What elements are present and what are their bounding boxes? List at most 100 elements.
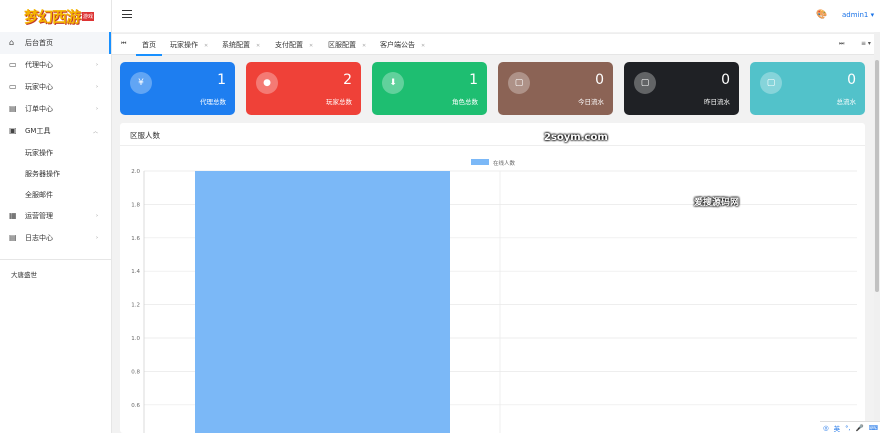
tab-close-icon[interactable]: ✕ — [309, 43, 313, 49]
tab-close-icon[interactable]: ✕ — [421, 43, 425, 49]
tab-close-icon[interactable]: ✕ — [256, 43, 260, 49]
sidebar-item-label: 日志中心 — [25, 234, 53, 242]
sidebar-item[interactable]: ▭ 代理中心 › — [0, 54, 111, 76]
gm-sub-item[interactable]: 玩家操作 — [0, 142, 111, 163]
topbar: 🎨 admin1 ▾ — [112, 0, 880, 32]
legend-swatch[interactable] — [471, 159, 489, 165]
yen-icon: ¥ — [130, 72, 152, 94]
tab-scroll-left-icon[interactable]: ⏮ — [121, 40, 126, 48]
stat-label: 昨日流水 — [704, 98, 730, 106]
watermark-site: 2soym.com — [544, 132, 608, 143]
stat-value: 0 — [847, 72, 856, 88]
sidebar-item[interactable]: ▭ 玩家中心 › — [0, 76, 111, 98]
tab[interactable]: 首页 — [136, 40, 162, 56]
chevron-icon: › — [96, 106, 98, 112]
stat-label: 代理总数 — [200, 98, 226, 106]
tab-label: 客户端公告 — [380, 41, 415, 49]
ime-lang[interactable]: 英 — [834, 423, 841, 433]
gm-sub-item[interactable]: 服务器操作 — [0, 163, 111, 184]
tab-label: 系统配置 — [222, 41, 250, 49]
scroll-thumb[interactable] — [875, 60, 879, 292]
server-name[interactable]: 大唐盛世 — [0, 269, 111, 279]
sidebar-item-label: 运营管理 — [25, 212, 53, 220]
sidebar-item[interactable]: ▤ 日志中心 › — [0, 227, 111, 249]
ime-keyboard-icon[interactable]: ⌨ — [869, 424, 878, 432]
sidebar-item-label: 订单中心 — [25, 105, 53, 113]
chevron-icon: › — [96, 235, 98, 241]
ime-logo-icon[interactable]: ◎ — [823, 424, 829, 432]
gm-sub-item[interactable]: 全服邮件 — [0, 184, 111, 205]
home-icon: ⌂ — [9, 38, 15, 47]
user-icon: ● — [256, 72, 278, 94]
user-dropdown[interactable]: admin1 ▾ — [842, 11, 874, 19]
stat-card[interactable]: ▢ 0 昨日流水 — [624, 62, 739, 115]
tab[interactable]: 客户端公告 ✕ — [380, 40, 425, 50]
sidebar-item-label: 代理中心 — [25, 61, 53, 69]
tab[interactable]: 区服配置 ✕ — [328, 40, 366, 50]
page-scrollbar[interactable] — [874, 32, 880, 433]
chevron-icon: › — [96, 84, 98, 90]
stat-card[interactable]: ⬇ 1 角色总数 — [372, 62, 487, 115]
y-tick-label: 2.0 — [131, 169, 140, 175]
download-icon: ⬇ — [382, 72, 404, 94]
stat-value: 2 — [343, 72, 352, 88]
palette-icon[interactable]: 🎨 — [816, 10, 827, 20]
tab-menu-icon[interactable]: ≡ ▾ — [861, 40, 871, 47]
tab-close-icon[interactable]: ✕ — [362, 43, 366, 49]
sidebar-item[interactable]: ▦ 运营管理 › — [0, 205, 111, 227]
menu-toggle-icon[interactable] — [122, 10, 132, 21]
y-tick-label: 0.6 — [131, 403, 140, 409]
stat-card[interactable]: ● 2 玩家总数 — [246, 62, 361, 115]
sidebar-item[interactable]: ▣ GM工具 ︿ — [0, 120, 111, 142]
stat-label: 角色总数 — [452, 98, 478, 106]
agent-icon: ▭ — [9, 60, 17, 69]
watermark-cn: 爱搜源码网 — [694, 198, 740, 208]
stat-value: 1 — [217, 72, 226, 88]
sidebar: 梦幻西游 游戏 ⌂ 后台首页 ▭ 代理中心 › ▭ 玩家中心 › ▤ 订单中心 › ▣ GM工具 ︿ 玩家… — [0, 0, 112, 433]
tab-scroll-right-icon[interactable]: ⏭ — [839, 40, 844, 48]
chevron-icon: › — [96, 213, 98, 219]
legend-label[interactable]: 在线人数 — [493, 159, 516, 167]
ime-mic-icon[interactable]: 🎤 — [856, 424, 864, 432]
stat-value: 0 — [595, 72, 604, 88]
stat-label: 总流水 — [836, 98, 857, 106]
stat-card[interactable]: ▢ 0 今日流水 — [498, 62, 613, 115]
message-icon: ▢ — [634, 72, 656, 94]
sidebar-divider — [0, 259, 111, 260]
sidebar-item[interactable]: ⌂ 后台首页 — [0, 32, 111, 54]
bar[interactable] — [195, 171, 450, 433]
chart-panel: 区服人数 在线人数 2.0 1.8 1.6 1.4 1.2 1.0 0.8 0.6 — [120, 123, 865, 433]
tab-close-icon[interactable]: ✕ — [204, 43, 208, 49]
tab[interactable]: 系统配置 ✕ — [222, 40, 260, 50]
ime-punct-icon[interactable]: °, — [845, 424, 850, 432]
sidebar-item-label: 玩家中心 — [25, 83, 53, 91]
stat-value: 1 — [469, 72, 478, 88]
y-tick-label: 1.0 — [131, 336, 140, 342]
log-icon: ▤ — [9, 233, 17, 242]
player-icon: ▭ — [9, 82, 17, 91]
logo[interactable]: 梦幻西游 游戏 — [0, 0, 111, 32]
tab-label: 首页 — [142, 41, 156, 49]
sidebar-item[interactable]: ▤ 订单中心 › — [0, 98, 111, 120]
stat-label: 今日流水 — [578, 98, 604, 106]
stat-cards: ¥1 代理总数 ● 2 玩家总数 ⬇ 1 角色总数 ▢ 0 今日流水 ▢ 0 昨日流水 ▢ 0 总流水 — [120, 62, 865, 115]
stat-card[interactable]: ¥1 代理总数 — [120, 62, 235, 115]
sidebar-item-label: 后台首页 — [25, 39, 53, 47]
tab[interactable]: 玩家操作 ✕ — [170, 40, 208, 50]
stat-value: 0 — [721, 72, 730, 88]
bar-chart: 在线人数 2.0 1.8 1.6 1.4 1.2 1.0 0.8 0.6 — [131, 159, 857, 433]
y-tick-label: 1.2 — [131, 303, 140, 309]
y-tick-label: 1.4 — [131, 269, 140, 275]
tab-label: 支付配置 — [275, 41, 303, 49]
y-tick-label: 0.8 — [131, 369, 140, 375]
stat-label: 玩家总数 — [326, 98, 352, 106]
chevron-icon: ︿ — [92, 128, 98, 135]
gm-tool-icon: ▣ — [9, 126, 17, 135]
stat-card[interactable]: ▢ 0 总流水 — [750, 62, 865, 115]
message-icon: ▢ — [760, 72, 782, 94]
chevron-icon: › — [96, 62, 98, 68]
tab[interactable]: 支付配置 ✕ — [275, 40, 313, 50]
order-icon: ▤ — [9, 104, 17, 113]
tab-bar: ⏮ 首页 玩家操作 ✕ 系统配置 ✕ 支付配置 ✕ 区服配置 ✕ 客户端公告 ✕ ⏭ ≡ ▾ — [112, 33, 880, 56]
logo-text: 梦幻西游 — [24, 7, 81, 26]
